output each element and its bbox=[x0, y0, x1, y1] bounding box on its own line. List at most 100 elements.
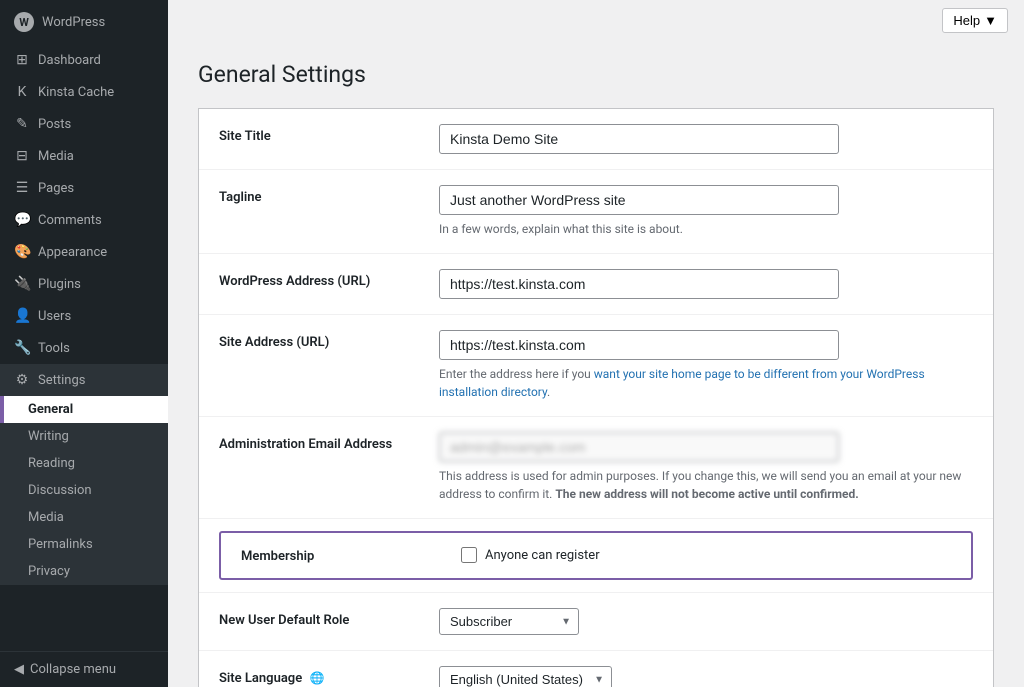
site-address-input[interactable] bbox=[439, 330, 839, 360]
admin-email-hint-bold: The new address will not become active u… bbox=[555, 487, 858, 501]
page-title: General Settings bbox=[198, 61, 994, 88]
tagline-label: Tagline bbox=[219, 185, 439, 205]
settings-icon: ⚙ bbox=[14, 372, 30, 388]
membership-control: Anyone can register bbox=[461, 547, 600, 563]
new-user-role-select[interactable]: Subscriber Contributor Author Editor Adm… bbox=[439, 608, 579, 635]
site-address-control: Enter the address here if you want your … bbox=[439, 330, 973, 401]
tagline-input[interactable] bbox=[439, 185, 839, 215]
topbar: Help ▼ bbox=[168, 0, 1024, 41]
wp-address-label: WordPress Address (URL) bbox=[219, 269, 439, 289]
site-language-control: English (United States) English (UK) Spa… bbox=[439, 666, 973, 687]
language-icon: 🌐 bbox=[309, 671, 324, 685]
new-user-role-control: Subscriber Contributor Author Editor Adm… bbox=[439, 608, 973, 635]
sidebar-label-plugins: Plugins bbox=[38, 277, 81, 292]
sidebar-item-appearance[interactable]: 🎨 Appearance bbox=[0, 236, 168, 268]
membership-section: Membership Anyone can register bbox=[199, 519, 993, 593]
sidebar-label-kinsta: Kinsta Cache bbox=[38, 85, 114, 100]
site-language-label-text: Site Language bbox=[219, 671, 302, 686]
sidebar-label-media: Media bbox=[38, 149, 74, 164]
posts-icon: ✎ bbox=[14, 116, 30, 132]
media-icon: ⊟ bbox=[14, 148, 30, 164]
settings-form: Site Title Tagline In a few words, expla… bbox=[198, 108, 994, 687]
sidebar-label-posts: Posts bbox=[38, 117, 71, 132]
sidebar-item-dashboard[interactable]: ⊞ Dashboard bbox=[0, 44, 168, 76]
admin-email-label: Administration Email Address bbox=[219, 432, 439, 452]
plugins-icon: 🔌 bbox=[14, 276, 30, 292]
dashboard-icon: ⊞ bbox=[14, 52, 30, 68]
sidebar-label-comments: Comments bbox=[38, 213, 102, 228]
help-label: Help bbox=[953, 13, 980, 28]
main-content: Help ▼ General Settings Site Title Tagli… bbox=[168, 0, 1024, 687]
sidebar-sub-item-reading[interactable]: Reading bbox=[0, 450, 168, 477]
site-address-label: Site Address (URL) bbox=[219, 330, 439, 350]
site-title-row: Site Title bbox=[199, 109, 993, 170]
sidebar-label-settings: Settings bbox=[38, 373, 85, 388]
membership-checkbox-label[interactable]: Anyone can register bbox=[485, 548, 600, 563]
site-address-hint-pre: Enter the address here if you bbox=[439, 367, 594, 381]
site-language-select-wrapper: English (United States) English (UK) Spa… bbox=[439, 666, 612, 687]
membership-box: Membership Anyone can register bbox=[219, 531, 973, 580]
sidebar-sub-item-privacy[interactable]: Privacy bbox=[0, 558, 168, 585]
help-button[interactable]: Help ▼ bbox=[942, 8, 1008, 33]
tagline-row: Tagline In a few words, explain what thi… bbox=[199, 170, 993, 254]
comments-icon: 💬 bbox=[14, 212, 30, 228]
settings-submenu: General Writing Reading Discussion Media… bbox=[0, 396, 168, 585]
collapse-menu-button[interactable]: ◀ Collapse menu bbox=[0, 651, 168, 687]
site-language-select[interactable]: English (United States) English (UK) Spa… bbox=[439, 666, 612, 687]
collapse-label: Collapse menu bbox=[30, 662, 116, 677]
content-area: General Settings Site Title Tagline In a… bbox=[168, 41, 1024, 687]
users-icon: 👤 bbox=[14, 308, 30, 324]
site-address-hint-post: . bbox=[547, 385, 550, 399]
sidebar-sub-item-writing[interactable]: Writing bbox=[0, 423, 168, 450]
sidebar-item-posts[interactable]: ✎ Posts bbox=[0, 108, 168, 140]
sidebar-sub-item-general[interactable]: General bbox=[0, 396, 168, 423]
sidebar-logo: W WordPress bbox=[0, 0, 168, 44]
wp-address-input[interactable] bbox=[439, 269, 839, 299]
sidebar-label-appearance: Appearance bbox=[38, 245, 107, 260]
collapse-icon: ◀ bbox=[14, 662, 24, 677]
membership-label: Membership bbox=[241, 547, 461, 564]
pages-icon: ☰ bbox=[14, 180, 30, 196]
sidebar-sub-item-media[interactable]: Media bbox=[0, 504, 168, 531]
sidebar-label-users: Users bbox=[38, 309, 71, 324]
sidebar-logo-text: WordPress bbox=[42, 15, 105, 30]
admin-email-control: This address is used for admin purposes.… bbox=[439, 432, 973, 503]
site-title-label: Site Title bbox=[219, 124, 439, 144]
site-address-hint: Enter the address here if you want your … bbox=[439, 365, 973, 401]
new-user-role-row: New User Default Role Subscriber Contrib… bbox=[199, 593, 993, 651]
sidebar-item-settings[interactable]: ⚙ Settings bbox=[0, 364, 168, 396]
tagline-control: In a few words, explain what this site i… bbox=[439, 185, 973, 238]
sidebar-item-pages[interactable]: ☰ Pages bbox=[0, 172, 168, 204]
site-language-row: Site Language 🌐 English (United States) … bbox=[199, 651, 993, 687]
sidebar-item-users[interactable]: 👤 Users bbox=[0, 300, 168, 332]
sidebar-label-pages: Pages bbox=[38, 181, 74, 196]
site-title-input[interactable] bbox=[439, 124, 839, 154]
sidebar-item-kinsta-cache[interactable]: K Kinsta Cache bbox=[0, 76, 168, 108]
sidebar-item-comments[interactable]: 💬 Comments bbox=[0, 204, 168, 236]
new-user-role-label: New User Default Role bbox=[219, 608, 439, 628]
new-user-role-select-wrapper: Subscriber Contributor Author Editor Adm… bbox=[439, 608, 579, 635]
membership-checkbox[interactable] bbox=[461, 547, 477, 563]
site-address-row: Site Address (URL) Enter the address her… bbox=[199, 315, 993, 417]
sidebar-item-media[interactable]: ⊟ Media bbox=[0, 140, 168, 172]
sidebar-item-plugins[interactable]: 🔌 Plugins bbox=[0, 268, 168, 300]
sidebar: W WordPress ⊞ Dashboard K Kinsta Cache ✎… bbox=[0, 0, 168, 687]
admin-email-row: Administration Email Address This addres… bbox=[199, 417, 993, 519]
site-title-control bbox=[439, 124, 973, 154]
tagline-hint: In a few words, explain what this site i… bbox=[439, 220, 973, 238]
site-language-label: Site Language 🌐 bbox=[219, 666, 439, 686]
sidebar-sub-item-permalinks[interactable]: Permalinks bbox=[0, 531, 168, 558]
kinsta-icon: K bbox=[14, 84, 30, 100]
wp-address-control bbox=[439, 269, 973, 299]
sidebar-sub-item-discussion[interactable]: Discussion bbox=[0, 477, 168, 504]
admin-email-input[interactable] bbox=[439, 432, 839, 462]
tools-icon: 🔧 bbox=[14, 340, 30, 356]
help-chevron-icon: ▼ bbox=[984, 13, 997, 28]
admin-email-hint: This address is used for admin purposes.… bbox=[439, 467, 973, 503]
wp-address-row: WordPress Address (URL) bbox=[199, 254, 993, 315]
sidebar-label-dashboard: Dashboard bbox=[38, 53, 101, 68]
sidebar-item-tools[interactable]: 🔧 Tools bbox=[0, 332, 168, 364]
wp-icon: W bbox=[14, 12, 34, 32]
sidebar-label-tools: Tools bbox=[38, 341, 70, 356]
appearance-icon: 🎨 bbox=[14, 244, 30, 260]
